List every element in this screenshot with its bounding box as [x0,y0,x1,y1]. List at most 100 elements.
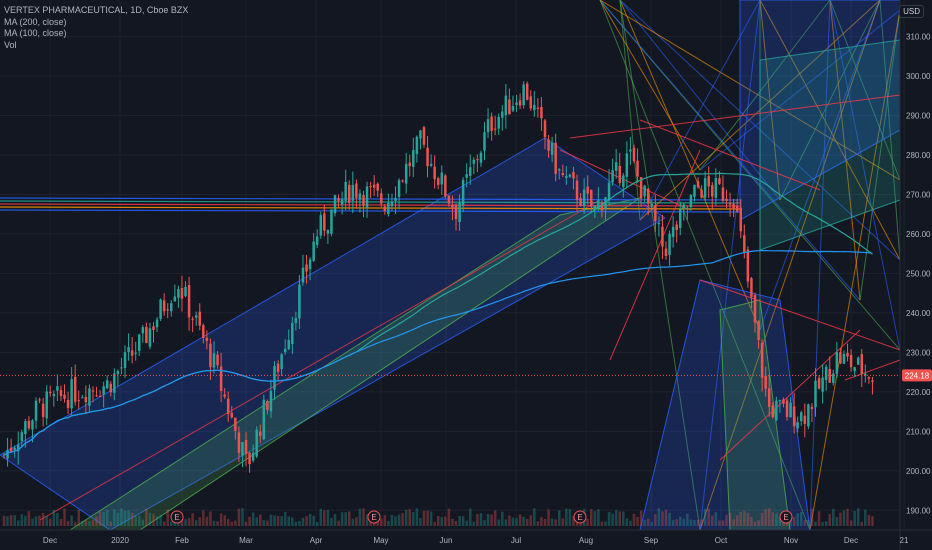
candle-body [746,249,750,282]
volume-bar [88,521,91,526]
volume-bar [244,521,248,526]
last-price-label: 224.18 [905,371,930,380]
candle-body [141,327,145,334]
volume-bar [127,510,130,526]
volume-bar [504,519,508,526]
volume-bar [41,512,45,526]
candle-body [305,264,308,272]
volume-bar [63,508,66,526]
candle-body [429,163,433,166]
x-tick-label: Oct [715,536,728,545]
volume-bar [561,518,565,526]
volume-bar [807,519,810,526]
volume-bar [803,519,807,526]
candle-body [696,181,700,188]
volume-bar [454,521,458,526]
volume-bar [436,515,440,526]
candle-body [686,207,689,209]
volume-bar [412,512,415,526]
symbol-title[interactable]: VERTEX PHARMACEUTICAL, 1D, Cboe BZX [4,5,188,17]
candle-body [387,202,390,215]
candle-body [447,195,451,204]
volume-bar [543,518,547,526]
volume-bar [629,520,632,526]
volume-bar [387,521,390,526]
volume-bar [476,514,479,526]
earnings-marker-label: E [783,513,788,522]
candle-body [461,179,465,206]
volume-bar [671,520,675,526]
volume-bar [739,511,742,526]
candle-body [479,152,483,163]
candle-body [557,169,561,171]
volume-bar [134,515,137,526]
volume-bar [9,515,13,526]
price-chart-svg[interactable]: 224.18 E E E E 190.00 200.00 210.00 220.00 230.00… [0,0,932,550]
volume-bar [298,520,301,526]
volume-bar [792,516,796,526]
volume-bar [152,513,155,526]
candle-body [721,187,725,201]
volume-bar [209,511,212,526]
volume-bar [38,515,41,526]
volume-bar [340,512,344,526]
candle-body [807,404,810,427]
volume-bar [262,519,266,526]
volume-bar [13,515,16,526]
volume-bar [664,509,668,526]
y-tick-label: 250.00 [906,269,931,278]
volume-bar [522,516,525,526]
candle-body [159,299,162,319]
volume-bar [686,513,689,526]
candle-body [105,380,109,389]
candle-body [440,172,444,185]
volume-bar [251,512,255,526]
candle-body [120,367,123,369]
y-tick-label: 240.00 [906,309,931,318]
volume-legend[interactable]: Vol [4,40,188,52]
candle-body [778,399,782,402]
candle-body [237,432,241,453]
volume-bar [155,516,159,526]
volume-bar [34,516,38,526]
volume-bar [604,521,607,526]
volume-bar [486,514,490,526]
currency-badge[interactable]: USD [899,5,924,18]
candle-body [248,452,251,465]
candle-body [757,320,760,341]
candle-body [654,205,657,222]
volume-bar [511,517,515,526]
candle-body [501,111,504,118]
candle-body [259,431,262,436]
candle-body [625,153,629,177]
candle-body [536,107,540,109]
candle-body [750,278,753,297]
candle-body [575,180,579,200]
volume-bar [586,518,589,526]
candle-body [728,203,732,205]
volume-bar [184,519,187,526]
candle-body [860,354,864,375]
candle-body [451,204,454,209]
volume-bar [305,516,308,526]
candle-body [362,195,365,206]
chart-area[interactable]: 224.18 E E E E 190.00 200.00 210.00 220.00 230.00… [0,0,932,550]
volume-bar [141,519,145,526]
volume-bar [73,521,77,526]
x-tick-label: Jul [511,536,521,545]
ma200-legend[interactable]: MA (200, close) [4,17,188,29]
volume-bar [191,513,194,526]
ma100-legend[interactable]: MA (100, close) [4,28,188,40]
volume-bar [508,515,511,526]
volume-bar [223,515,226,526]
candle-body [380,193,383,204]
candle-body [415,136,419,154]
volume-bar [440,517,444,526]
volume-bar [590,509,593,526]
volume-bar [120,508,123,526]
volume-bar [276,515,280,526]
volume-bar [472,521,476,526]
candle-body [483,132,486,151]
candle-body [173,296,177,302]
candle-body [63,394,66,399]
